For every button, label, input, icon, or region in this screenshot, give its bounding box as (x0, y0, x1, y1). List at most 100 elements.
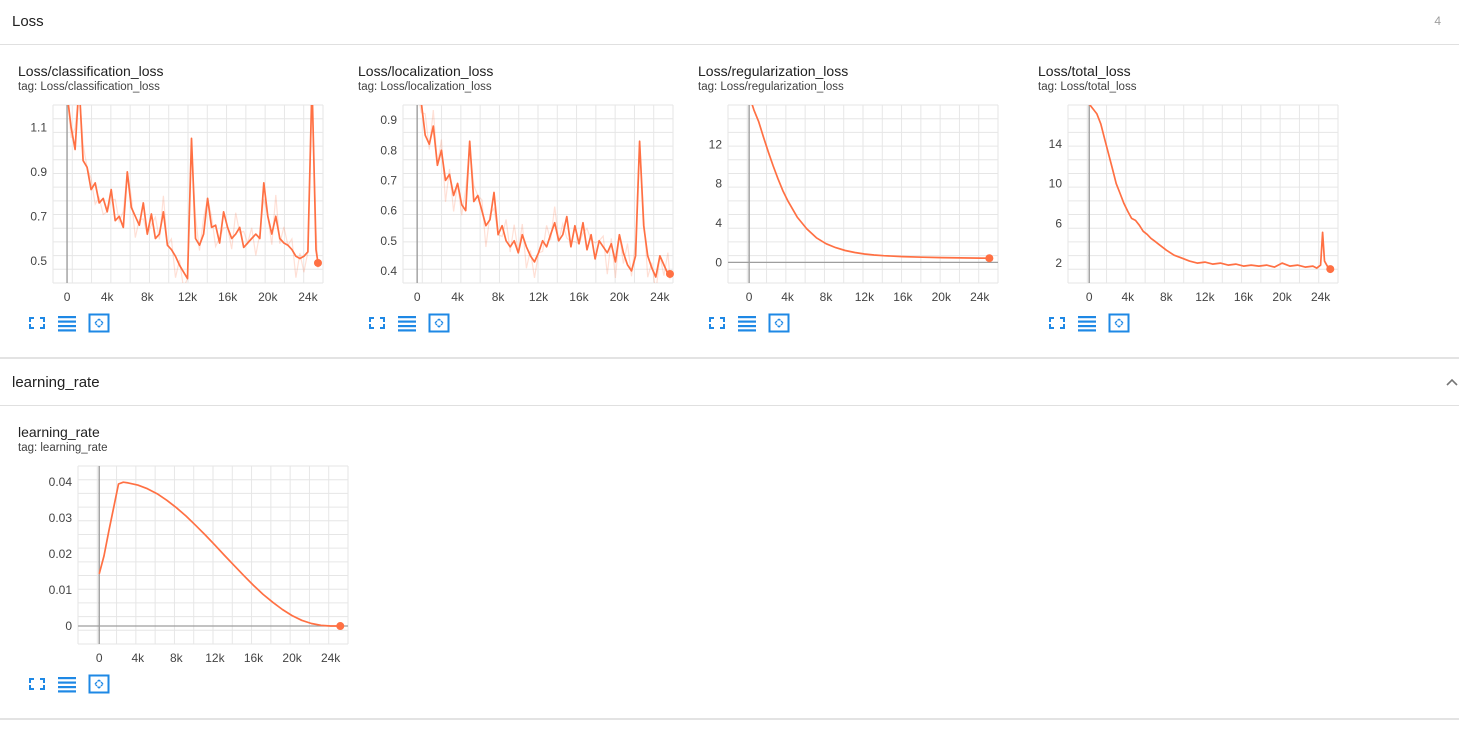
x-tick-label: 24k (321, 651, 341, 665)
chart-card: Loss/localization_loss tag: Loss/localiz… (358, 63, 698, 353)
y-tick-label: 0.7 (30, 209, 47, 223)
line-chart: 0 4k 8k 12k 16k 20k 24k 0.5 0.7 0.9 1.1 (30, 104, 324, 304)
list-icon[interactable] (736, 313, 758, 333)
last-point-marker (665, 269, 674, 278)
plot-area (727, 104, 999, 284)
y-tick-label: 0 (715, 255, 722, 269)
chart-card: learning_rate tag: learning_rate 0 4k 8k 12… (18, 424, 358, 714)
section-header-learning-rate[interactable]: learning_rate (0, 361, 1459, 406)
fit-domain-icon[interactable] (88, 674, 110, 694)
fullscreen-icon[interactable] (706, 313, 728, 333)
y-tick-label: 6 (1055, 216, 1062, 230)
x-tick-label: 12k (178, 290, 198, 304)
chart-title: Loss/localization_loss (358, 63, 494, 79)
x-tick-label: 0 (96, 651, 103, 665)
fit-domain-icon[interactable] (428, 313, 450, 333)
y-tick-label: 12 (709, 137, 723, 151)
y-tick-label: 8 (715, 177, 722, 191)
x-tick-label: 20k (258, 290, 278, 304)
x-tick-label: 24k (1311, 290, 1331, 304)
y-tick-label: 0.01 (49, 583, 73, 597)
list-icon[interactable] (56, 674, 78, 694)
y-tick-label: 0.9 (30, 165, 47, 179)
line-chart: 0 4k 8k 12k 16k 20k 24k 2 6 10 14 (1049, 104, 1339, 304)
y-tick-label: 14 (1049, 137, 1063, 151)
fullscreen-icon[interactable] (26, 674, 48, 694)
raw-series-line (67, 105, 319, 283)
x-tick-label: 16k (244, 651, 264, 665)
x-tick-label: 8k (141, 290, 155, 304)
x-tick-label: 12k (855, 290, 875, 304)
y-tick-label: 0.7 (380, 173, 397, 187)
chart-title: Loss/total_loss (1038, 63, 1131, 79)
x-tick-label: 8k (492, 290, 506, 304)
x-tick-label: 12k (1195, 290, 1215, 304)
x-tick-label: 12k (529, 290, 549, 304)
chart-card: Loss/total_loss tag: Loss/total_loss 0 4k… (1038, 63, 1378, 353)
x-tick-label: 0 (414, 290, 421, 304)
y-tick-label: 1.1 (30, 120, 47, 134)
x-tick-label: 0 (1086, 290, 1093, 304)
fullscreen-icon[interactable] (366, 313, 388, 333)
x-tick-label: 24k (650, 290, 670, 304)
y-tick-label: 0.6 (380, 204, 397, 218)
x-tick-label: 16k (218, 290, 238, 304)
chart-toolbar (26, 313, 126, 335)
section-divider (0, 357, 1459, 359)
chart-toolbar (366, 313, 466, 335)
x-tick-label: 4k (1121, 290, 1135, 304)
series-line (751, 105, 990, 260)
fit-domain-icon[interactable] (88, 313, 110, 333)
x-tick-label: 20k (610, 290, 630, 304)
y-tick-label: 0 (65, 619, 72, 633)
x-tick-label: 24k (298, 290, 318, 304)
y-tick-label: 0.4 (380, 264, 397, 278)
x-tick-label: 4k (101, 290, 115, 304)
chart-title: Loss/regularization_loss (698, 63, 849, 79)
x-tick-label: 16k (1234, 290, 1254, 304)
y-tick-label: 0.02 (49, 547, 73, 561)
fullscreen-icon[interactable] (1046, 313, 1068, 333)
list-icon[interactable] (396, 313, 418, 333)
chart-card: Loss/regularization_loss tag: Loss/regul… (698, 63, 1038, 353)
chart-toolbar (26, 674, 126, 696)
y-tick-label: 4 (715, 216, 722, 230)
series-line (67, 105, 319, 280)
x-tick-label: 0 (746, 290, 753, 304)
x-tick-label: 20k (932, 290, 952, 304)
x-tick-label: 4k (131, 651, 145, 665)
chart-tag: tag: Loss/localization_loss (358, 81, 492, 93)
chart-tag: tag: learning_rate (18, 442, 108, 454)
fit-domain-icon[interactable] (768, 313, 790, 333)
y-tick-label: 0.8 (380, 143, 397, 157)
x-tick-label: 16k (893, 290, 913, 304)
fit-domain-icon[interactable] (1108, 313, 1130, 333)
plot-area (1067, 104, 1339, 284)
fullscreen-icon[interactable] (26, 313, 48, 333)
plot-area (77, 465, 349, 645)
list-icon[interactable] (1076, 313, 1098, 333)
x-tick-label: 0 (64, 290, 71, 304)
list-icon[interactable] (56, 313, 78, 333)
line-chart: 0 4k 8k 12k 16k 20k 24k 0 4 8 12 (709, 104, 999, 304)
section-title: learning_rate (12, 374, 100, 391)
chart-tag: tag: Loss/regularization_loss (698, 81, 844, 93)
last-point-marker (985, 254, 994, 263)
chart-toolbar (1046, 313, 1146, 335)
y-tick-label: 0.5 (380, 234, 397, 248)
last-point-marker (313, 258, 322, 267)
chevron-up-icon[interactable] (1445, 375, 1459, 389)
x-tick-label: 4k (781, 290, 795, 304)
section-header-loss[interactable]: Loss 4 (0, 0, 1459, 45)
x-tick-label: 24k (970, 290, 990, 304)
line-chart: 0 4k 8k 12k 16k 20k 24k 0.4 0.5 0.6 0.7 0.8 0.9 (380, 104, 674, 304)
y-tick-label: 0.04 (49, 475, 73, 489)
y-tick-label: 10 (1049, 177, 1063, 191)
chart-tag: tag: Loss/total_loss (1038, 81, 1137, 93)
section-divider (0, 718, 1459, 720)
x-tick-label: 8k (170, 651, 184, 665)
chart-card: Loss/classification_loss tag: Loss/class… (18, 63, 358, 353)
chart-title: Loss/classification_loss (18, 63, 164, 79)
last-point-marker (1326, 265, 1335, 274)
chart-title: learning_rate (18, 424, 100, 440)
